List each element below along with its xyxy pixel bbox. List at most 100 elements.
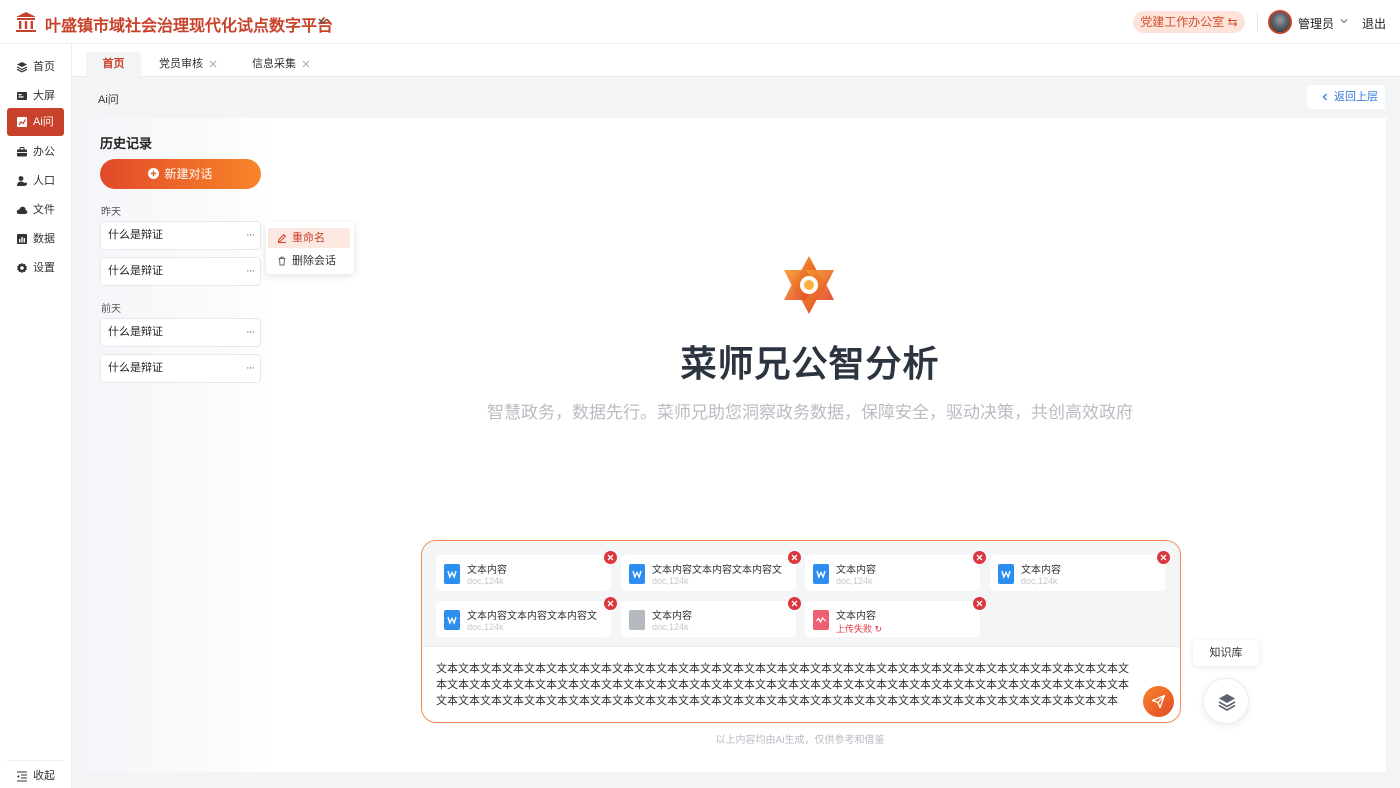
attachment-card[interactable]: 文本内容文本内容文本内容文 doc,124k [621,555,796,591]
sidebar-collapse-button[interactable]: 收起 [7,760,64,788]
new-chat-button[interactable]: 新建对话 [100,159,261,189]
more-options-icon[interactable]: ··· [246,222,255,249]
sidebar-item-settings[interactable]: 设置 [7,254,64,282]
user-name[interactable]: 管理员 [1298,15,1334,32]
message-input[interactable]: 文本文本文本文本文本文本文本文本文本文本文本文本文本文本文本文本文本文本文本文本… [436,661,1136,717]
knowledge-base-tooltip: 知识库 [1193,640,1259,666]
trash-icon [278,256,286,266]
history-item[interactable]: 什么是辩证 ··· [100,257,261,286]
logout-link[interactable]: 退出 [1362,15,1386,32]
tab-label: 首页 [102,58,125,70]
attachment-meta: doc,124k [836,576,873,586]
gear-icon [17,262,27,274]
back-button[interactable]: 返回上层 [1307,85,1385,109]
remove-attachment-icon[interactable] [973,551,986,564]
sidebar-item-ai[interactable]: Ai问 [7,108,64,136]
context-menu: 重命名 删除会话 [266,222,354,274]
sidebar-item-label: 办公 [33,146,55,158]
sidebar-item-label: 首页 [33,61,55,73]
tab-home[interactable]: 首页 [86,52,141,77]
history-item[interactable]: 什么是辩证 ··· [100,318,261,347]
sidebar-item-data[interactable]: 数据 [7,225,64,253]
chevron-left-icon [1322,93,1327,101]
user-chevron-down-icon[interactable] [1339,16,1349,26]
close-icon[interactable] [302,60,310,68]
app-title[interactable]: 叶盛镇市域社会治理现代化试点数字平台 [45,12,333,36]
history-item[interactable]: 什么是辩证 ··· [100,221,261,250]
sidebar-item-home[interactable]: 首页 [7,53,64,81]
office-switch-button[interactable]: 党建工作办公室 ⇆ [1133,11,1245,33]
tab-member-review[interactable]: 党员审核 [159,52,217,77]
attachment-meta: doc,124k [1021,576,1058,586]
delete-menu-item[interactable]: 删除会话 [268,251,350,271]
remove-attachment-icon[interactable] [604,551,617,564]
top-bar: 叶盛镇市域社会治理现代化试点数字平台 党建工作办公室 ⇆ 管理员 退出 [0,0,1400,44]
new-chat-label: 新建对话 [164,167,213,181]
edit-icon [277,233,287,243]
layers-stack-icon [1218,694,1236,711]
brand-star-logo-icon [784,256,834,314]
attachment-card[interactable]: 文本内容 doc,124k [990,555,1165,591]
sidebar-item-label: 人口 [33,175,55,187]
sidebar-item-files[interactable]: 文件 [7,196,64,224]
sidebar-item-label: Ai问 [33,116,54,128]
attachment-name: 文本内容 [652,611,692,622]
history-item-label: 什么是辩证 [108,229,163,241]
attachments-area: 文本内容 doc,124k 文本内容文本内容文本内容文 doc,124k 文本内… [422,541,1180,647]
more-options-icon[interactable]: ··· [246,319,255,346]
rename-menu-item[interactable]: 重命名 [268,228,350,248]
remove-attachment-icon[interactable] [788,597,801,610]
knowledge-base-button[interactable] [1203,678,1249,724]
history-item[interactable]: 什么是辩证 ··· [100,354,261,383]
history-item-label: 什么是辩证 [108,362,163,374]
sidebar-item-label: 文件 [33,204,55,216]
failed-file-icon [813,610,829,630]
sidebar-item-label: 大屏 [33,90,55,102]
remove-attachment-icon[interactable] [604,597,617,610]
history-item-label: 什么是辩证 [108,265,163,277]
sidebar-item-population[interactable]: 人口 [7,167,64,195]
sidebar: 首页 大屏 Ai问 办公 人口 文件 数据 设置 收起 [0,44,72,788]
generic-file-icon [629,610,645,630]
attachment-card[interactable]: 文本内容 doc,124k [621,601,796,637]
attachment-card[interactable]: 文本内容 doc,124k [805,555,980,591]
remove-attachment-icon[interactable] [973,597,986,610]
avatar[interactable] [1268,10,1292,34]
history-item-label: 什么是辩证 [108,326,163,338]
back-button-label: 返回上层 [1334,91,1378,103]
chat-input-box[interactable]: 文本内容 doc,124k 文本内容文本内容文本内容文 doc,124k 文本内… [421,540,1181,723]
sidebar-item-office[interactable]: 办公 [7,138,64,166]
attachment-name: 文本内容 [1021,565,1061,576]
collapse-label: 收起 [33,770,55,782]
word-file-icon [629,564,645,584]
attachment-name: 文本内容 [836,565,876,576]
screen-icon [17,92,27,100]
send-button[interactable] [1143,686,1174,717]
attachment-name: 文本内容文本内容文本内容文 [652,565,782,576]
chart-icon [17,117,27,127]
upload-failed-status[interactable]: 上传失败 ↻ [836,622,882,635]
tab-info-collection[interactable]: 信息采集 [252,52,310,77]
attachment-name: 文本内容文本内容文本内容文 [467,611,597,622]
send-icon [1151,694,1166,709]
more-options-icon[interactable]: ··· [246,258,255,285]
collapse-menu-icon [17,771,27,782]
sidebar-item-label: 数据 [33,233,55,245]
header-divider [1257,12,1258,32]
government-building-icon[interactable] [14,10,38,34]
layers-icon [16,62,28,73]
sidebar-item-bigscreen[interactable]: 大屏 [7,82,64,110]
cloud-icon [16,206,28,214]
more-options-icon[interactable]: ··· [246,355,255,382]
chevron-down-icon[interactable] [316,14,330,28]
close-icon[interactable] [209,60,217,68]
attachment-card[interactable]: 文本内容 doc,124k [436,555,611,591]
word-file-icon [444,564,460,584]
brand-title: 菜师兄公智分析 [680,343,940,384]
attachment-card[interactable]: 文本内容 上传失败 ↻ [805,601,980,637]
remove-attachment-icon[interactable] [1157,551,1170,564]
attachment-name: 文本内容 [467,565,507,576]
attachment-card[interactable]: 文本内容文本内容文本内容文 doc,124k [436,601,611,637]
tab-bar: 首页 党员审核 信息采集 [72,44,1400,77]
remove-attachment-icon[interactable] [788,551,801,564]
